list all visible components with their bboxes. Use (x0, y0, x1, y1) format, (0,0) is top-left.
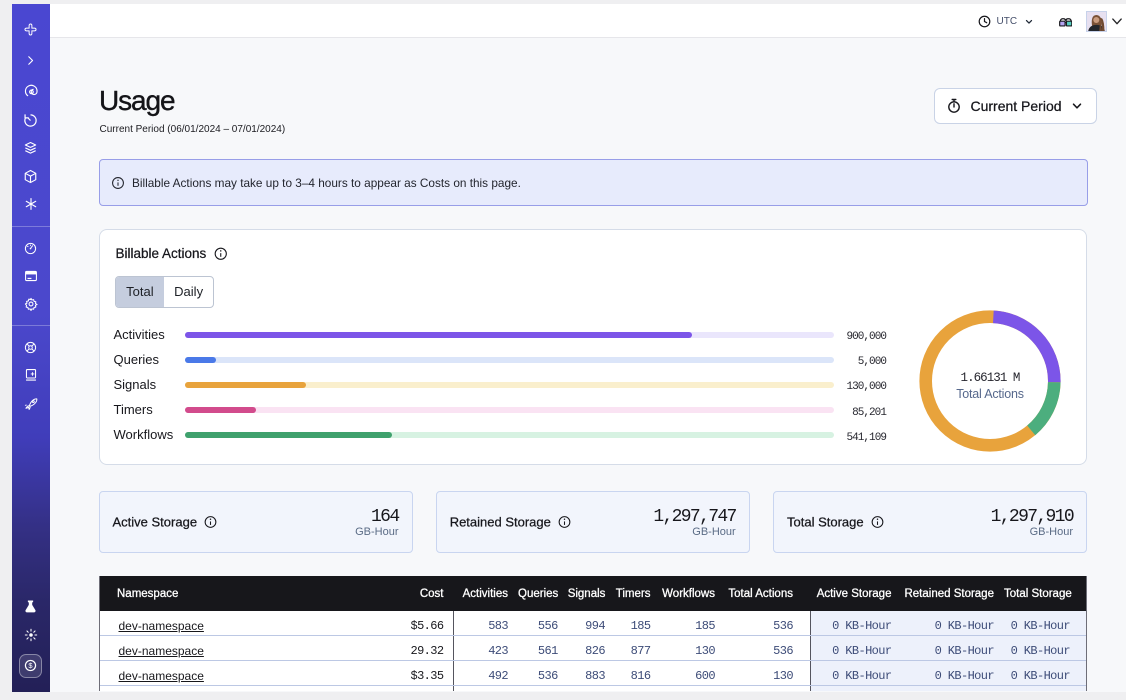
svg-text:$: $ (28, 661, 33, 670)
